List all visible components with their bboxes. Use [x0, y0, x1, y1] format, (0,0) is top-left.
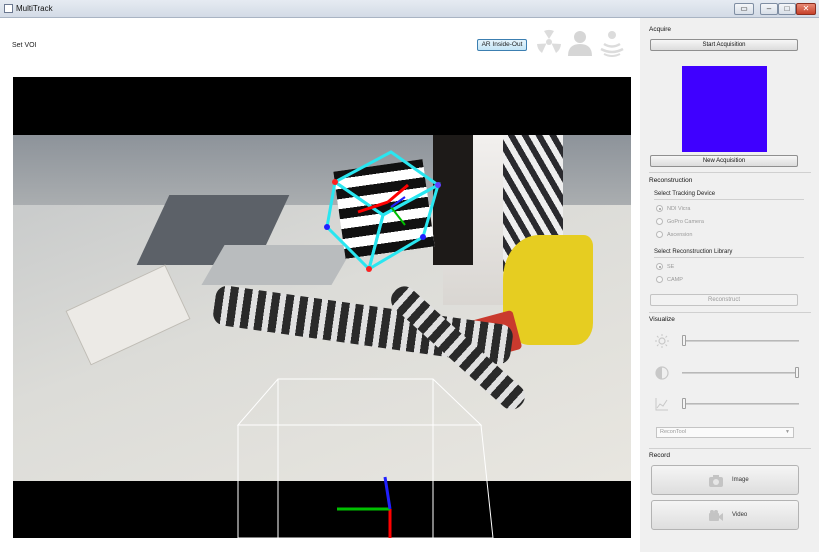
- image-label: Image: [732, 477, 749, 483]
- chart-icon: [655, 398, 668, 411]
- reconstruction-title: Reconstruction: [649, 177, 693, 184]
- brightness-slider-handle[interactable]: [682, 335, 686, 346]
- set-voi-label[interactable]: Set VOI: [12, 42, 37, 49]
- radio-label: Ascension: [667, 231, 693, 238]
- camera-view[interactable]: [13, 77, 631, 538]
- close-button[interactable]: ✕: [796, 3, 816, 15]
- radio-indicator: [656, 218, 663, 225]
- title-bar: MultiTrack ▭ – □ ✕: [0, 0, 819, 18]
- ar-overlay: [236, 150, 494, 538]
- radio-label: GoPro Camera: [667, 218, 704, 225]
- threshold-slider-handle[interactable]: [682, 398, 686, 409]
- maximize-button[interactable]: □: [778, 3, 796, 15]
- video-camera-icon: [709, 510, 723, 521]
- record-title: Record: [649, 452, 670, 459]
- radio-indicator: [656, 263, 663, 270]
- radio-label: SE: [667, 263, 675, 270]
- signal-icon[interactable]: [598, 28, 626, 58]
- reconstruct-button[interactable]: Reconstruct: [650, 294, 798, 306]
- app-icon: [4, 4, 13, 13]
- acquire-title: Acquire: [649, 26, 672, 33]
- ar-inside-out-button[interactable]: AR Inside-Out: [477, 39, 527, 51]
- record-image-button[interactable]: Image: [651, 465, 799, 495]
- acquisition-preview: [682, 66, 767, 152]
- world-axis-overlay: [337, 476, 392, 538]
- visualize-title: Visualize: [649, 316, 675, 323]
- chevron-down-icon: ▼: [785, 429, 790, 435]
- radio-label: CAMP: [667, 276, 683, 283]
- video-label: Video: [732, 512, 748, 518]
- radio-ndi-vicra[interactable]: NDI Vicra: [656, 205, 690, 212]
- radio-indicator: [656, 276, 663, 283]
- contrast-slider-handle[interactable]: [795, 367, 799, 378]
- camera-icon: [709, 475, 723, 487]
- radio-ascension[interactable]: Ascension: [656, 231, 692, 238]
- minimize-button[interactable]: –: [760, 3, 778, 15]
- radio-indicator: [656, 231, 663, 238]
- new-acquisition-button[interactable]: New Acquisition: [650, 155, 798, 167]
- contrast-slider-row: [655, 366, 805, 380]
- threshold-slider[interactable]: [682, 403, 799, 405]
- record-video-button[interactable]: Video: [651, 500, 799, 530]
- recon-tool-value: ReconTool: [660, 429, 686, 435]
- radio-camp[interactable]: CAMP: [656, 276, 683, 283]
- radio-se[interactable]: SE: [656, 263, 674, 270]
- tracking-device-title: Select Tracking Device: [654, 191, 716, 197]
- radiation-icon[interactable]: [535, 28, 563, 58]
- threshold-slider-row: [655, 397, 805, 411]
- start-acquisition-button[interactable]: Start Acquisition: [650, 39, 798, 51]
- voi-box-overlay: [236, 378, 494, 538]
- contrast-slider[interactable]: [682, 372, 799, 374]
- brightness-slider[interactable]: [682, 340, 799, 342]
- brightness-slider-row: [655, 334, 805, 348]
- contrast-icon: [655, 366, 669, 380]
- tracked-cube-overlay: [325, 150, 441, 273]
- reconstruction-library-title: Select Reconstruction Library: [654, 249, 733, 255]
- radio-label: NDI Vicra: [667, 205, 691, 212]
- control-panel: Acquire Start Acquisition New Acquisitio…: [640, 18, 819, 552]
- recon-tool-select[interactable]: ReconTool ▼: [656, 427, 794, 438]
- view-panel: Set VOI AR Inside-Out: [0, 18, 640, 552]
- radio-gopro-camera[interactable]: GoPro Camera: [656, 218, 704, 225]
- window-extra-button[interactable]: ▭: [734, 3, 754, 15]
- person-icon[interactable]: [566, 28, 594, 58]
- window-title: MultiTrack: [16, 4, 53, 13]
- brightness-icon: [655, 334, 669, 348]
- radio-indicator: [656, 205, 663, 212]
- main-window: Set VOI AR Inside-Out Acquire Start Acqu…: [0, 18, 819, 552]
